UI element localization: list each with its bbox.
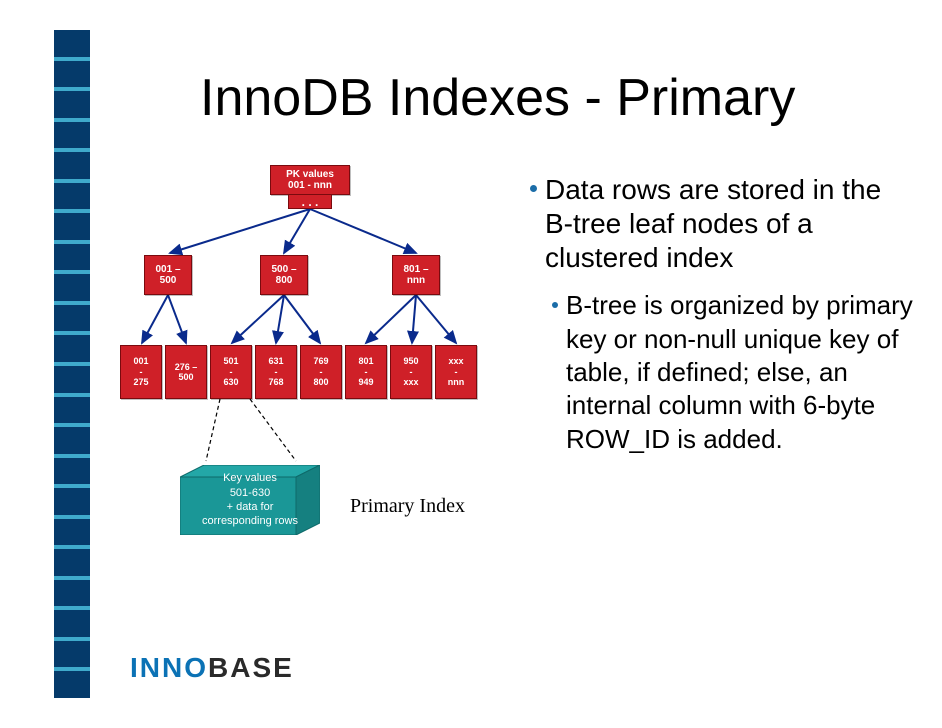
- innobase-logo: INNOBASE: [130, 652, 294, 684]
- tree-root-ellipsis: . . .: [288, 195, 332, 209]
- tree-leaf-node: 001 - 275: [120, 345, 162, 399]
- tree-leaf-node: 631 - 768: [255, 345, 297, 399]
- side-accent-strip: [54, 30, 90, 698]
- btree-diagram: PK values 001 - nnn . . . 001 – 500 500 …: [120, 165, 520, 585]
- data-block-label: Key values501-630+ data forcorresponding…: [202, 471, 298, 528]
- slide-title: InnoDB Indexes - Primary: [200, 68, 795, 128]
- bullet-content: Data rows are stored in the B-tree leaf …: [530, 173, 915, 456]
- bullet-text: B-tree is organized by primary key or no…: [566, 289, 915, 455]
- tree-leaf-node: xxx - nnn: [435, 345, 477, 399]
- tree-leaf-node: 950 - xxx: [390, 345, 432, 399]
- bullet-text: Data rows are stored in the B-tree leaf …: [545, 173, 915, 275]
- bullet-level1: Data rows are stored in the B-tree leaf …: [530, 173, 915, 275]
- tree-leaf-node: 501 - 630: [210, 345, 252, 399]
- bullet-dot-icon: [552, 302, 558, 308]
- data-block: Key values501-630+ data forcorresponding…: [180, 465, 320, 535]
- tree-level1-node: 801 – nnn: [392, 255, 440, 295]
- root-line2: 001 - nnn: [288, 180, 332, 192]
- bullet-dot-icon: [530, 185, 537, 192]
- tree-leaf-node: 769 - 800: [300, 345, 342, 399]
- bullet-level2: B-tree is organized by primary key or no…: [552, 289, 915, 455]
- tree-level1-node: 500 – 800: [260, 255, 308, 295]
- logo-part1: INNO: [130, 652, 208, 683]
- tree-level1-node: 001 – 500: [144, 255, 192, 295]
- tree-leaf-node: 276 – 500: [165, 345, 207, 399]
- arrows-svg: [120, 165, 520, 465]
- tree-root-node: PK values 001 - nnn: [270, 165, 350, 195]
- primary-index-label: Primary Index: [350, 495, 465, 518]
- tree-leaf-node: 801 - 949: [345, 345, 387, 399]
- logo-part2: BASE: [208, 652, 294, 683]
- root-line1: PK values: [286, 169, 334, 181]
